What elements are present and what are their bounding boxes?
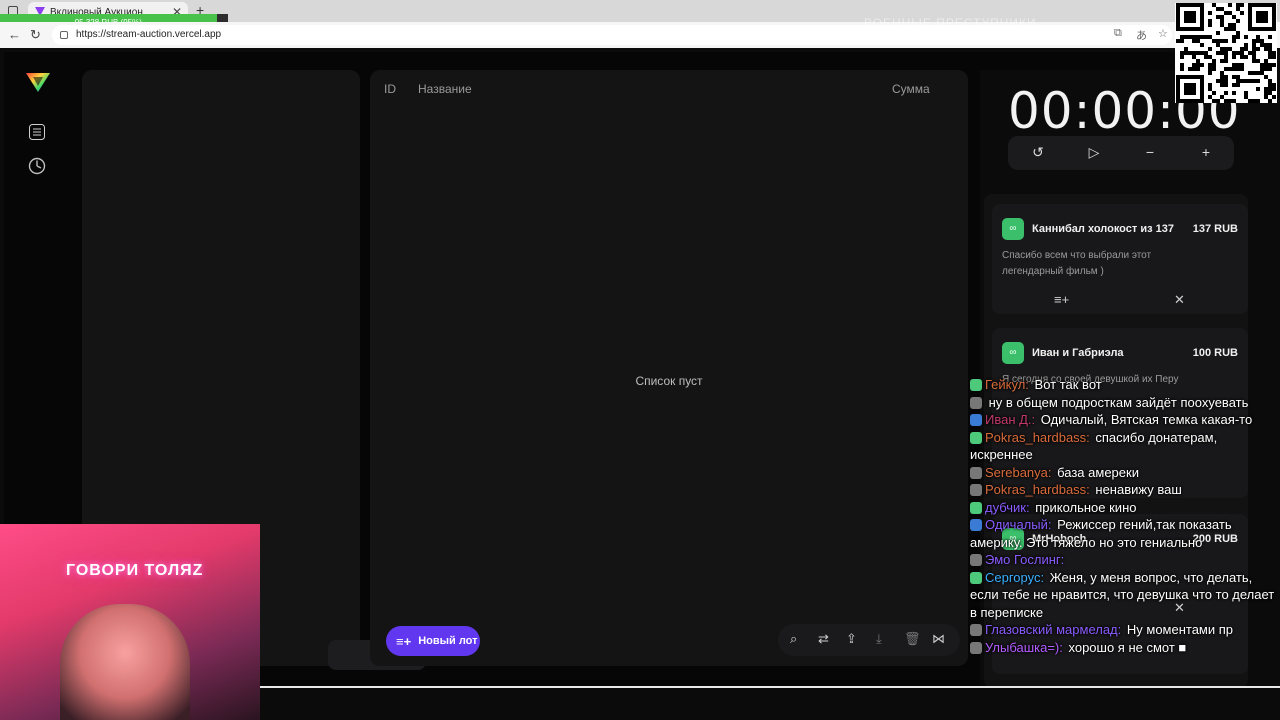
- playlist-add-icon: ≡+: [396, 633, 412, 649]
- chat-text: хорошо я не смот ■: [1064, 639, 1187, 655]
- reset-timer-icon[interactable]: ↺: [1028, 144, 1048, 161]
- donation-source-icon: ∞: [1002, 342, 1024, 364]
- new-lot-label: Новый лот: [418, 635, 478, 647]
- chat-badge-icon: [970, 431, 982, 444]
- dismiss-icon[interactable]: ✕: [1174, 292, 1185, 308]
- bookmarks-icon[interactable]: ⧉: [1114, 27, 1122, 40]
- column-sum[interactable]: Сумма: [892, 82, 930, 96]
- download-icon[interactable]: ⤓: [876, 631, 882, 647]
- trash-icon[interactable]: 🗑: [904, 631, 921, 647]
- column-name[interactable]: Название: [418, 82, 472, 96]
- lots-panel: ID Название Сумма Список пуст ≡+ Новый л…: [370, 70, 968, 666]
- chat-nick[interactable]: Эмо Гослинг:: [985, 552, 1064, 567]
- chat-nick[interactable]: Гейкул:: [985, 377, 1029, 392]
- chat-nick[interactable]: Pokras_hardbass:: [985, 482, 1090, 497]
- donation-amount: 100 RUB: [1192, 347, 1238, 359]
- search-icon[interactable]: ⌕: [790, 631, 797, 647]
- chat-text: ну в общем подросткам зайдёт поохуевать: [985, 394, 1249, 410]
- chat-message: Гейкул: Вот так вот: [970, 376, 1280, 394]
- chat-badge-icon: [970, 571, 982, 584]
- chat-text: Ну моментами пр: [1123, 622, 1234, 637]
- list-icon[interactable]: [27, 122, 47, 142]
- chat-badge-icon: [970, 641, 982, 654]
- chat-nick[interactable]: Улыбашка=):: [985, 640, 1063, 655]
- chat-message: Serebanya: база амереки: [970, 464, 1280, 482]
- chat-overlay: Гейкул: Вот так вот ну в общем подростка…: [970, 376, 1280, 720]
- lots-toolbar: ⌕ ⇄ ⇪ ⤓ 🗑 ⋈: [778, 624, 960, 656]
- merge-icon[interactable]: ⋈: [932, 631, 945, 647]
- chat-message: Одичалый: Режиссер гений,так показать ам…: [970, 516, 1280, 551]
- history-icon[interactable]: [27, 156, 47, 176]
- qr-code-image: [1175, 3, 1277, 103]
- shuffle-icon[interactable]: ⇄: [818, 631, 829, 647]
- donation-name: Каннибал холокост из 137: [1032, 223, 1174, 235]
- site-info-icon[interactable]: [60, 31, 68, 39]
- chat-message: Иван Д.: Одичалый, Вятская темка какая-т…: [970, 411, 1280, 429]
- chat-text: Вот так вот: [1030, 377, 1102, 392]
- webcam-overlay: ГОВОРИ ТОЛЯZ: [0, 524, 260, 720]
- chat-badge-icon: [970, 379, 982, 391]
- chat-nick[interactable]: Pokras_hardbass:: [985, 430, 1090, 445]
- chat-message: Эмо Гослинг:: [970, 551, 1280, 569]
- timer-controls: ↺ ▷ − +: [1008, 136, 1234, 170]
- minus-icon[interactable]: −: [1140, 144, 1160, 160]
- donation-source-icon: ∞: [1002, 218, 1024, 240]
- donation-card: ∞ Каннибал холокост из 137 137 RUB Спаси…: [992, 204, 1248, 314]
- chat-nick[interactable]: Одичалый:: [985, 517, 1051, 532]
- chat-message: дубчик: прикольное кино: [970, 499, 1280, 517]
- new-lot-button[interactable]: ≡+ Новый лот: [386, 626, 480, 656]
- chat-message: Улыбашка=): хорошо я не смот ■: [970, 639, 1280, 657]
- chat-message: Pokras_hardbass: спасибо донатерам, искр…: [970, 429, 1280, 464]
- chat-badge-icon: [970, 466, 982, 479]
- ghost-overlay-text: ВОЕННЫЕ ПРЕСТУПНИКИ: [864, 16, 1037, 30]
- chat-badge-icon: [970, 554, 982, 566]
- donation-name: Иван и Габриэла: [1032, 347, 1124, 359]
- chat-badge-icon: [970, 624, 982, 636]
- chat-message: Сергорус: Женя, у меня вопрос, что делат…: [970, 569, 1280, 622]
- chat-nick[interactable]: Serebanya:: [985, 465, 1052, 480]
- chat-text: Одичалый, Вятская темка какая-то: [1037, 412, 1253, 427]
- reload-icon[interactable]: ↻: [30, 27, 41, 43]
- chat-nick[interactable]: дубчик:: [985, 500, 1030, 515]
- streamer-image: [60, 604, 190, 720]
- chat-message: Глазовский мармелад: Ну моментами пр: [970, 621, 1280, 639]
- chat-text: база амереки: [1053, 464, 1139, 480]
- neon-sign: ГОВОРИ ТОЛЯZ: [66, 562, 204, 579]
- chat-badge-icon: [970, 484, 982, 496]
- donation-amount: 137 RUB: [1192, 223, 1238, 235]
- address-bar-row: ← ↻ https://stream-auction.vercel.app ⧉ …: [0, 22, 1280, 48]
- chat-text: прикольное кино: [1031, 499, 1137, 515]
- upload-icon[interactable]: ⇪: [846, 631, 857, 647]
- donation-message: Спасибо всем что выбрали этот легендарны…: [1002, 250, 1152, 277]
- chat-message: Pokras_hardbass: ненавижу ваш: [970, 481, 1280, 499]
- chat-nick[interactable]: Глазовский мармелад:: [985, 622, 1121, 637]
- url-text: https://stream-auction.vercel.app: [76, 29, 222, 40]
- empty-list-text: Список пуст: [635, 374, 703, 388]
- chat-badge-icon: [970, 414, 982, 426]
- back-icon[interactable]: ←: [8, 27, 21, 42]
- chat-nick[interactable]: Сергорус:: [985, 570, 1044, 585]
- chat-message: ну в общем подросткам зайдёт поохуевать: [970, 394, 1280, 412]
- screen: Вклиновый Аукцион ✕ + 95 328 RUB (95%) ←…: [0, 0, 1280, 720]
- chat-badge-icon: [970, 396, 982, 409]
- add-to-list-icon[interactable]: ≡+: [1054, 292, 1069, 307]
- translate-icon[interactable]: あ: [1136, 27, 1147, 43]
- play-icon[interactable]: ▷: [1084, 144, 1104, 161]
- chat-text: ненавижу ваш: [1091, 482, 1182, 497]
- plus-icon[interactable]: +: [1196, 144, 1216, 160]
- chat-nick[interactable]: Иван Д.:: [985, 412, 1035, 427]
- star-icon[interactable]: ☆: [1158, 27, 1168, 40]
- app-logo-icon[interactable]: [24, 70, 52, 94]
- chat-badge-icon: [970, 519, 982, 531]
- column-id[interactable]: ID: [384, 82, 396, 96]
- chat-badge-icon: [970, 501, 982, 514]
